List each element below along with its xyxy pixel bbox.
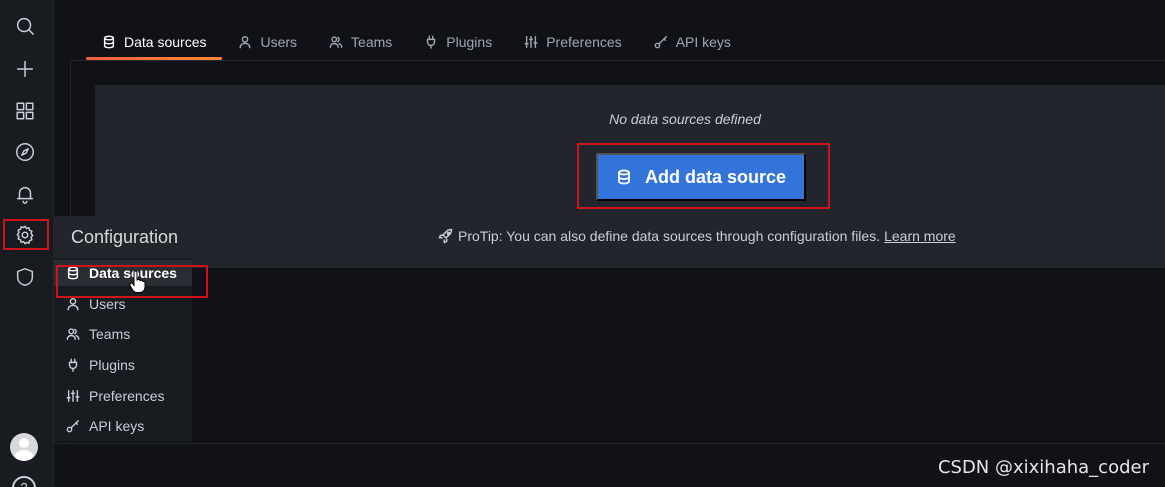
users-icon bbox=[66, 328, 80, 340]
shield-icon[interactable] bbox=[11, 263, 39, 291]
flyout-item-label: Teams bbox=[89, 326, 131, 342]
explore-icon[interactable] bbox=[11, 138, 39, 166]
tab-label: Teams bbox=[351, 34, 393, 50]
users-icon bbox=[329, 36, 343, 48]
flyout-item-label: Plugins bbox=[89, 357, 135, 373]
tab-label: Data sources bbox=[124, 34, 207, 50]
hand-cursor-icon bbox=[129, 270, 146, 293]
sliders-icon bbox=[524, 36, 538, 48]
flyout-item-users[interactable]: Users bbox=[54, 291, 192, 317]
search-icon[interactable] bbox=[11, 12, 39, 40]
tabs-divider bbox=[70, 60, 1165, 61]
flyout-item-plugins[interactable]: Plugins bbox=[54, 352, 192, 378]
database-icon bbox=[618, 169, 630, 185]
plug-icon bbox=[68, 358, 78, 372]
flyout-item-label: Preferences bbox=[89, 388, 165, 404]
watermark: CSDN @xixihaha_coder bbox=[937, 457, 1149, 478]
side-nav: ? bbox=[0, 0, 54, 487]
tab-label: Users bbox=[260, 34, 298, 50]
flyout-title[interactable]: Configuration bbox=[54, 216, 192, 258]
config-tabs: Data sources Users Teams Plugins Prefere… bbox=[86, 24, 747, 60]
flyout-item-api-keys[interactable]: API keys bbox=[54, 413, 192, 439]
tab-label: Plugins bbox=[446, 34, 493, 50]
learn-more-link[interactable]: Learn more bbox=[884, 228, 956, 244]
flyout-item-label: API keys bbox=[89, 418, 145, 434]
add-data-source-button[interactable]: Add data source bbox=[596, 153, 806, 201]
tab-label: API keys bbox=[675, 34, 731, 50]
database-icon bbox=[67, 266, 79, 280]
empty-state-message: No data sources defined bbox=[609, 111, 761, 127]
tab-teams[interactable]: Teams bbox=[313, 24, 408, 60]
user-icon bbox=[67, 298, 79, 311]
user-icon bbox=[239, 36, 251, 49]
plug-icon bbox=[427, 35, 436, 49]
help-icon[interactable]: ? bbox=[12, 476, 36, 487]
dashboards-icon[interactable] bbox=[11, 97, 39, 125]
protip-text: ProTip: You can also define data sources… bbox=[458, 228, 881, 244]
add-data-source-label: Add data source bbox=[644, 166, 787, 187]
sliders-icon bbox=[66, 390, 80, 402]
tab-label: Preferences bbox=[546, 34, 622, 50]
plus-icon[interactable] bbox=[11, 55, 39, 83]
flyout-item-teams[interactable]: Teams bbox=[54, 321, 192, 347]
rocket-icon bbox=[438, 228, 453, 244]
tab-users[interactable]: Users bbox=[222, 24, 313, 60]
database-icon bbox=[103, 35, 115, 49]
flyout-item-data-sources[interactable]: Data sources bbox=[54, 260, 192, 286]
key-icon bbox=[66, 420, 79, 433]
tab-api-keys[interactable]: API keys bbox=[638, 24, 747, 60]
gear-icon[interactable] bbox=[11, 221, 39, 249]
tab-preferences[interactable]: Preferences bbox=[508, 24, 637, 60]
flyout-item-label: Users bbox=[89, 296, 126, 312]
tab-data-sources[interactable]: Data sources bbox=[86, 24, 223, 60]
flyout-item-preferences[interactable]: Preferences bbox=[54, 383, 192, 409]
protip: ProTip: You can also define data sources… bbox=[438, 227, 956, 245]
alerting-icon[interactable] bbox=[11, 180, 39, 208]
avatar[interactable] bbox=[10, 433, 38, 461]
key-icon bbox=[654, 36, 667, 49]
app-root: ? Data sources Users Teams Plugins Prefe… bbox=[0, 0, 1165, 487]
tab-plugins[interactable]: Plugins bbox=[408, 24, 508, 60]
